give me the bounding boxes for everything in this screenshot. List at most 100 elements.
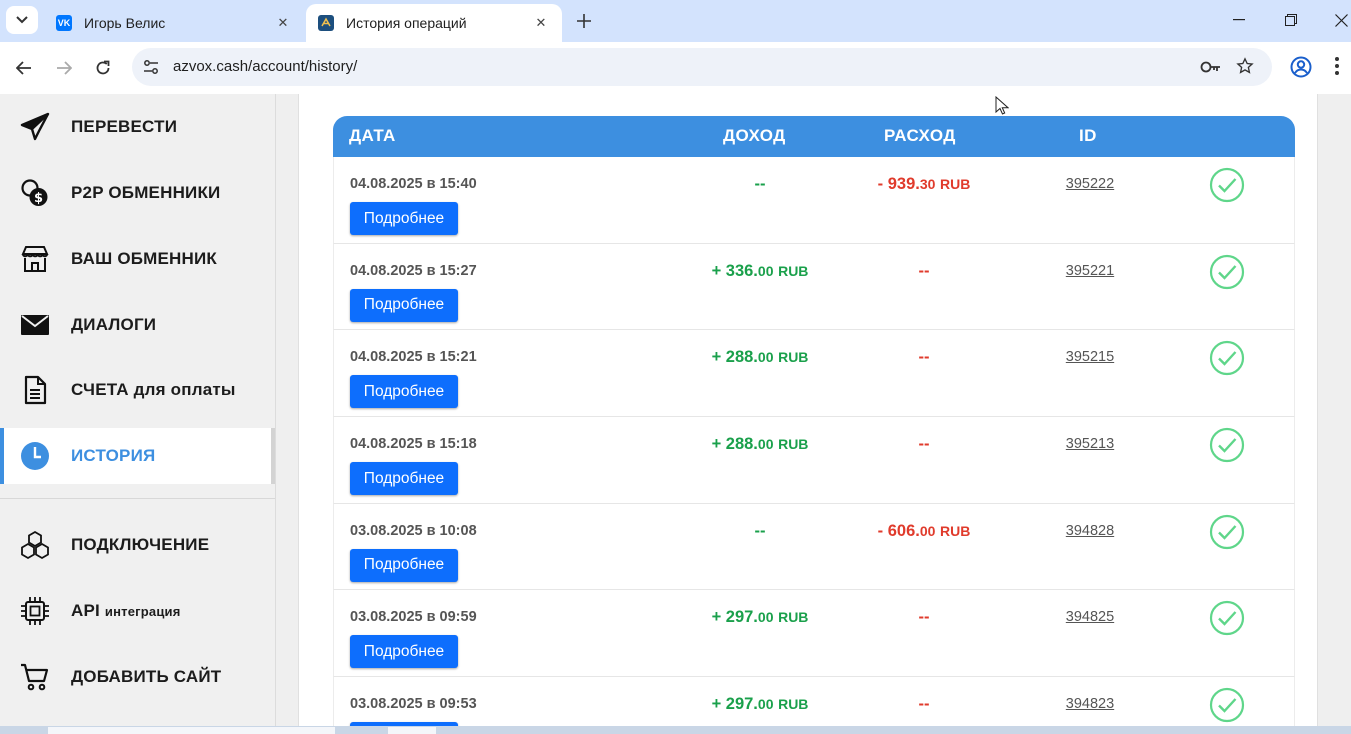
sidebar-item-label: ПЕРЕВЕСТИ bbox=[71, 117, 178, 136]
tab-history[interactable]: История операций ✕ bbox=[306, 4, 562, 42]
operation-id-link[interactable]: 394823 bbox=[1040, 696, 1140, 712]
key-icon[interactable] bbox=[1200, 58, 1222, 76]
tab-vk[interactable]: VK Игорь Велис ✕ bbox=[44, 4, 304, 42]
operation-date: 03.08.2025 в 09:53 bbox=[350, 696, 477, 713]
operation-date: 03.08.2025 в 09:59 bbox=[350, 609, 477, 626]
tab-title: Игорь Велис bbox=[84, 15, 166, 31]
table-row: 04.08.2025 в 15:18 Подробнее + 288.00 RU… bbox=[333, 417, 1295, 504]
expense-value: -- bbox=[918, 435, 930, 454]
column-header-income: ДОХОД bbox=[723, 126, 786, 145]
check-circle-icon bbox=[1209, 254, 1245, 289]
url-text: azvox.cash/account/history/ bbox=[173, 58, 358, 75]
forward-button[interactable] bbox=[50, 54, 78, 82]
history-table: ДАТА ДОХОД РАСХОД ID 04.08.2025 в 15:40 … bbox=[333, 116, 1295, 726]
expense-value: -- bbox=[918, 261, 930, 280]
maximize-button[interactable] bbox=[1276, 6, 1306, 34]
minimize-button[interactable] bbox=[1224, 6, 1254, 34]
close-icon bbox=[1334, 13, 1348, 27]
operation-date: 04.08.2025 в 15:40 bbox=[350, 176, 477, 192]
tab-title: История операций bbox=[346, 15, 467, 31]
table-row: 04.08.2025 в 15:27 Подробнее + 336.00 RU… bbox=[333, 243, 1295, 331]
check-circle-icon bbox=[1209, 427, 1245, 463]
operation-id-link[interactable]: 394828 bbox=[1040, 523, 1140, 539]
svg-text:$: $ bbox=[34, 191, 43, 206]
check-circle-icon bbox=[1209, 601, 1245, 636]
minimize-icon bbox=[1233, 19, 1245, 21]
vk-icon: VK bbox=[56, 15, 72, 31]
table-row: 04.08.2025 в 15:40 Подробнее -- - 939.30… bbox=[333, 157, 1295, 244]
sidebar-item-history[interactable]: ИСТОРИЯ bbox=[0, 428, 275, 484]
back-button[interactable] bbox=[10, 54, 38, 82]
arrow-right-icon bbox=[57, 61, 72, 75]
paper-plane-icon bbox=[20, 112, 50, 142]
details-button[interactable]: Подробнее bbox=[350, 288, 458, 322]
check-circle-icon bbox=[1209, 341, 1245, 376]
expense-value: -- bbox=[918, 695, 930, 714]
sidebar-item-label: ПОДКЛЮЧЕНИЕ bbox=[71, 535, 210, 554]
sidebar-item-dialogs[interactable]: ДИАЛОГИ bbox=[0, 297, 275, 353]
tab-search-button[interactable] bbox=[6, 6, 38, 34]
operation-id-link[interactable]: 395222 bbox=[1040, 176, 1140, 192]
sidebar-item-transfer[interactable]: ПЕРЕВЕСТИ bbox=[0, 99, 275, 155]
address-bar[interactable]: azvox.cash/account/history/ bbox=[132, 48, 1272, 86]
sidebar-item-label: ДОБАВИТЬ САЙТ bbox=[71, 667, 222, 686]
sidebar-item-label: P2P ОБМЕННИКИ bbox=[71, 183, 221, 202]
sidebar-divider bbox=[0, 498, 275, 499]
table-row: 03.08.2025 в 09:59 Подробнее + 297.00 RU… bbox=[333, 590, 1295, 678]
sidebar-item-add-site[interactable]: ДОБАВИТЬ САЙТ bbox=[0, 649, 275, 705]
check-circle-icon bbox=[1209, 167, 1245, 203]
new-tab-button[interactable] bbox=[572, 9, 596, 33]
close-window-button[interactable] bbox=[1326, 6, 1351, 34]
operation-id-link[interactable]: 395213 bbox=[1040, 436, 1140, 452]
star-icon[interactable] bbox=[1236, 57, 1254, 75]
document-icon bbox=[20, 375, 50, 405]
plus-icon bbox=[577, 14, 591, 28]
chevron-down-icon bbox=[16, 16, 28, 24]
close-icon[interactable]: ✕ bbox=[274, 14, 292, 32]
sidebar-item-connection[interactable]: ПОДКЛЮЧЕНИЕ bbox=[0, 517, 275, 573]
taskbar-item[interactable] bbox=[388, 727, 436, 734]
sidebar-item-label: ДИАЛОГИ bbox=[71, 315, 157, 334]
cart-icon bbox=[20, 662, 50, 692]
envelope-icon bbox=[20, 310, 50, 340]
details-button[interactable]: Подробнее bbox=[350, 375, 458, 409]
site-settings-icon[interactable] bbox=[142, 58, 160, 76]
operation-id-link[interactable]: 394825 bbox=[1040, 609, 1140, 625]
details-button[interactable]: Подробнее bbox=[350, 635, 458, 669]
operation-date: 03.08.2025 в 10:08 bbox=[350, 522, 477, 539]
column-header-date: ДАТА bbox=[349, 126, 396, 145]
browser-toolbar: azvox.cash/account/history/ bbox=[0, 42, 1351, 94]
taskbar-search-box[interactable] bbox=[48, 727, 335, 734]
sidebar-item-invoices[interactable]: СЧЕТА для оплаты bbox=[0, 362, 275, 418]
table-header: ДАТА ДОХОД РАСХОД ID bbox=[333, 116, 1295, 157]
sidebar-item-your-exchanger[interactable]: ВАШ ОБМЕННИК bbox=[0, 231, 275, 287]
table-row: 03.08.2025 в 09:53 Подробнее + 297.00 RU… bbox=[333, 677, 1295, 726]
table-row: 04.08.2025 в 15:21 Подробнее + 288.00 RU… bbox=[333, 330, 1295, 418]
arrow-left-icon bbox=[16, 61, 31, 75]
check-circle-icon bbox=[1209, 514, 1245, 549]
cubes-icon bbox=[20, 530, 50, 560]
close-icon[interactable]: ✕ bbox=[532, 14, 550, 32]
check-circle-icon bbox=[1209, 688, 1245, 723]
details-button[interactable]: Подробнее bbox=[350, 462, 458, 496]
azvox-icon bbox=[318, 15, 334, 31]
details-button[interactable]: Подробнее bbox=[350, 548, 458, 582]
sidebar-item-label: API интеграция bbox=[71, 601, 181, 620]
operation-date: 04.08.2025 в 15:27 bbox=[350, 262, 477, 279]
restore-icon bbox=[1285, 14, 1297, 26]
column-header-id: ID bbox=[1079, 126, 1097, 145]
operation-id-link[interactable]: 395221 bbox=[1040, 263, 1140, 279]
sidebar-item-label: ВАШ ОБМЕННИК bbox=[71, 249, 218, 268]
expense-value: - 939.30 RUB bbox=[877, 175, 971, 193]
clock-icon bbox=[20, 441, 50, 471]
sidebar-item-api[interactable]: API интеграция bbox=[0, 583, 275, 639]
operation-id-link[interactable]: 395215 bbox=[1040, 349, 1140, 365]
more-menu-icon[interactable] bbox=[1334, 56, 1340, 76]
browser-tab-bar: VK Игорь Велис ✕ История операций ✕ bbox=[0, 0, 1351, 42]
mouse-cursor-icon bbox=[995, 96, 1009, 115]
details-button[interactable]: Подробнее bbox=[350, 202, 458, 235]
profile-icon[interactable] bbox=[1290, 56, 1312, 78]
store-icon bbox=[20, 244, 50, 274]
reload-button[interactable] bbox=[89, 54, 117, 82]
sidebar-item-p2p[interactable]: $ P2P ОБМЕННИКИ bbox=[0, 165, 275, 221]
